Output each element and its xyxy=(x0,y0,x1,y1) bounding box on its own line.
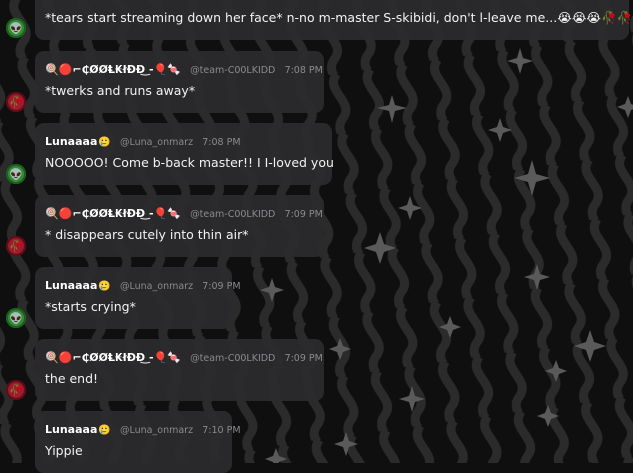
username[interactable]: 🍭🔴⌐₵ØØⱠ₭łĐĐ͜ -🎈🍬 xyxy=(45,63,181,76)
message-text: Yippie xyxy=(45,443,83,458)
message-header: Lunaaaa🥲 @Luna_onmarz 7:10 PM xyxy=(45,424,241,437)
message-text: *twerks and runs away* xyxy=(45,83,196,98)
rose-avatar-icon[interactable]: 🥀 xyxy=(6,236,26,256)
username-emoji: 🥲 xyxy=(98,281,111,292)
timestamp: 7:09 PM xyxy=(284,209,323,220)
rose-avatar-icon[interactable]: 🥀 xyxy=(6,92,26,112)
message-text: NOOOOO! Come b-back master!! I I-loved y… xyxy=(45,155,334,170)
chat-message: 🥀 🍭🔴⌐₵ØØⱠ₭łĐĐ͜ -🎈🍬 @team-C00LKIDD 7:09 P… xyxy=(0,339,633,401)
chat-message: Lunaaaa🥲 @Luna_onmarz 7:10 PM Yippie xyxy=(0,411,633,473)
message-text: * disappears cutely into thin air* xyxy=(45,227,249,242)
message-bubble: Lunaaaa🥲 @Luna_onmarz 7:09 PM *starts cr… xyxy=(35,267,241,329)
timestamp: 7:09 PM xyxy=(284,353,323,364)
chat-message: 🥀 🍭🔴⌐₵ØØⱠ₭łĐĐ͜ -🎈🍬 @team-C00LKIDD 7:08 P… xyxy=(0,51,633,113)
message-bubble: 🍭🔴⌐₵ØØⱠ₭łĐĐ͜ -🎈🍬 @team-C00LKIDD 7:09 PM … xyxy=(35,195,324,257)
alien-avatar-icon[interactable]: 👽 xyxy=(6,164,26,184)
username[interactable]: Lunaaaa xyxy=(45,279,97,292)
message-header: Lunaaaa🥲 @Luna_onmarz 7:08 PM xyxy=(45,136,241,149)
chat-message: 🥀 🍭🔴⌐₵ØØⱠ₭łĐĐ͜ -🎈🍬 @team-C00LKIDD 7:09 P… xyxy=(0,195,633,257)
timestamp: 7:08 PM xyxy=(202,137,241,148)
message-bubble: 🍭🔴⌐₵ØØⱠ₭łĐĐ͜ -🎈🍬 @team-C00LKIDD 7:08 PM … xyxy=(35,51,324,113)
message-bubble: Lunaaaa🥲 @Luna_onmarz 7:08 PM NOOOOO! Co… xyxy=(35,123,334,185)
username-emoji: 🥲 xyxy=(98,425,111,436)
user-handle[interactable]: @Luna_onmarz xyxy=(120,425,193,436)
username[interactable]: 🍭🔴⌐₵ØØⱠ₭łĐĐ͜ -🎈🍬 xyxy=(45,207,181,220)
message-header: 🍭🔴⌐₵ØØⱠ₭łĐĐ͜ -🎈🍬 @team-C00LKIDD 7:09 PM xyxy=(45,352,323,365)
message-bubble: *tears start streaming down her face* n-… xyxy=(35,0,633,40)
user-handle[interactable]: @Luna_onmarz xyxy=(120,281,193,292)
username-emoji: 🥲 xyxy=(98,137,111,148)
timestamp: 7:08 PM xyxy=(284,65,323,76)
username[interactable]: 🍭🔴⌐₵ØØⱠ₭łĐĐ͜ -🎈🍬 xyxy=(45,351,181,364)
alien-avatar-icon[interactable]: 👽 xyxy=(6,308,26,328)
chat-message: 👽 Lunaaaa🥲 @Luna_onmarz 7:08 PM NOOOOO! … xyxy=(0,123,633,185)
timestamp: 7:10 PM xyxy=(202,425,241,436)
timestamp: 7:09 PM xyxy=(202,281,241,292)
user-handle[interactable]: @Luna_onmarz xyxy=(120,137,193,148)
alien-avatar-icon[interactable]: 👽 xyxy=(6,18,26,38)
message-text: *tears start streaming down her face* n-… xyxy=(45,10,633,25)
message-header: 🍭🔴⌐₵ØØⱠ₭łĐĐ͜ -🎈🍬 @team-C00LKIDD 7:09 PM xyxy=(45,208,323,221)
message-bubble: 🍭🔴⌐₵ØØⱠ₭łĐĐ͜ -🎈🍬 @team-C00LKIDD 7:09 PM … xyxy=(35,339,324,401)
message-header: Lunaaaa🥲 @Luna_onmarz 7:09 PM xyxy=(45,280,241,293)
username[interactable]: Lunaaaa xyxy=(45,135,97,148)
rose-avatar-icon[interactable]: 🥀 xyxy=(6,380,26,400)
chat-message: 👽 *tears start streaming down her face* … xyxy=(0,0,633,40)
message-text: *starts crying* xyxy=(45,299,136,314)
message-header: 🍭🔴⌐₵ØØⱠ₭łĐĐ͜ -🎈🍬 @team-C00LKIDD 7:08 PM xyxy=(45,64,323,77)
message-bubble: Lunaaaa🥲 @Luna_onmarz 7:10 PM Yippie xyxy=(35,411,241,473)
message-text: the end! xyxy=(45,371,99,386)
user-handle[interactable]: @team-C00LKIDD xyxy=(190,65,275,76)
user-handle[interactable]: @team-C00LKIDD xyxy=(190,209,275,220)
chat-message: 👽 Lunaaaa🥲 @Luna_onmarz 7:09 PM *starts … xyxy=(0,267,633,329)
user-handle[interactable]: @team-C00LKIDD xyxy=(190,353,275,364)
username[interactable]: Lunaaaa xyxy=(45,423,97,436)
